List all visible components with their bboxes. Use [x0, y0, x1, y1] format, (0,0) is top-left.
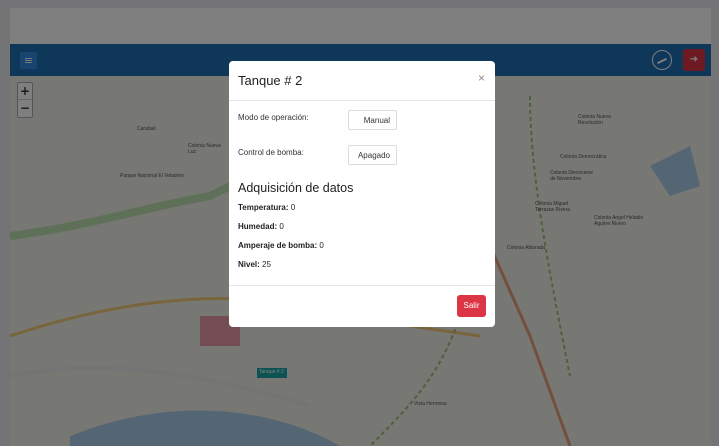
humidity-row: Humedad: 0: [238, 222, 284, 231]
temperature-label: Temperatura:: [238, 203, 289, 212]
temperature-row: Temperatura: 0: [238, 203, 295, 212]
modal-header: Tanque # 2 ×: [229, 61, 495, 101]
amperage-value: 0: [319, 241, 324, 250]
humidity-value: 0: [279, 222, 284, 231]
mode-toggle[interactable]: Manual: [348, 110, 397, 130]
pump-toggle[interactable]: Apagado: [348, 145, 397, 165]
pump-label: Control de bomba:: [238, 148, 304, 157]
modal-title: Tanque # 2: [238, 73, 303, 88]
modal-footer-divider: [229, 285, 495, 286]
close-icon[interactable]: ×: [478, 71, 485, 85]
tank-modal: Tanque # 2 × Modo de operación: Manual C…: [229, 61, 495, 327]
temperature-value: 0: [290, 203, 296, 212]
amperage-label: Amperaje de bomba:: [238, 241, 318, 250]
humidity-label: Humedad:: [238, 222, 278, 231]
level-value: 25: [262, 260, 271, 269]
amperage-row: Amperaje de bomba: 0: [238, 241, 324, 250]
mode-label: Modo de operación:: [238, 113, 309, 122]
section-title: Adquisición de datos: [238, 181, 354, 195]
level-row: Nivel: 25: [238, 260, 271, 269]
exit-button[interactable]: Salir: [457, 295, 486, 317]
level-label: Nivel:: [238, 260, 260, 269]
